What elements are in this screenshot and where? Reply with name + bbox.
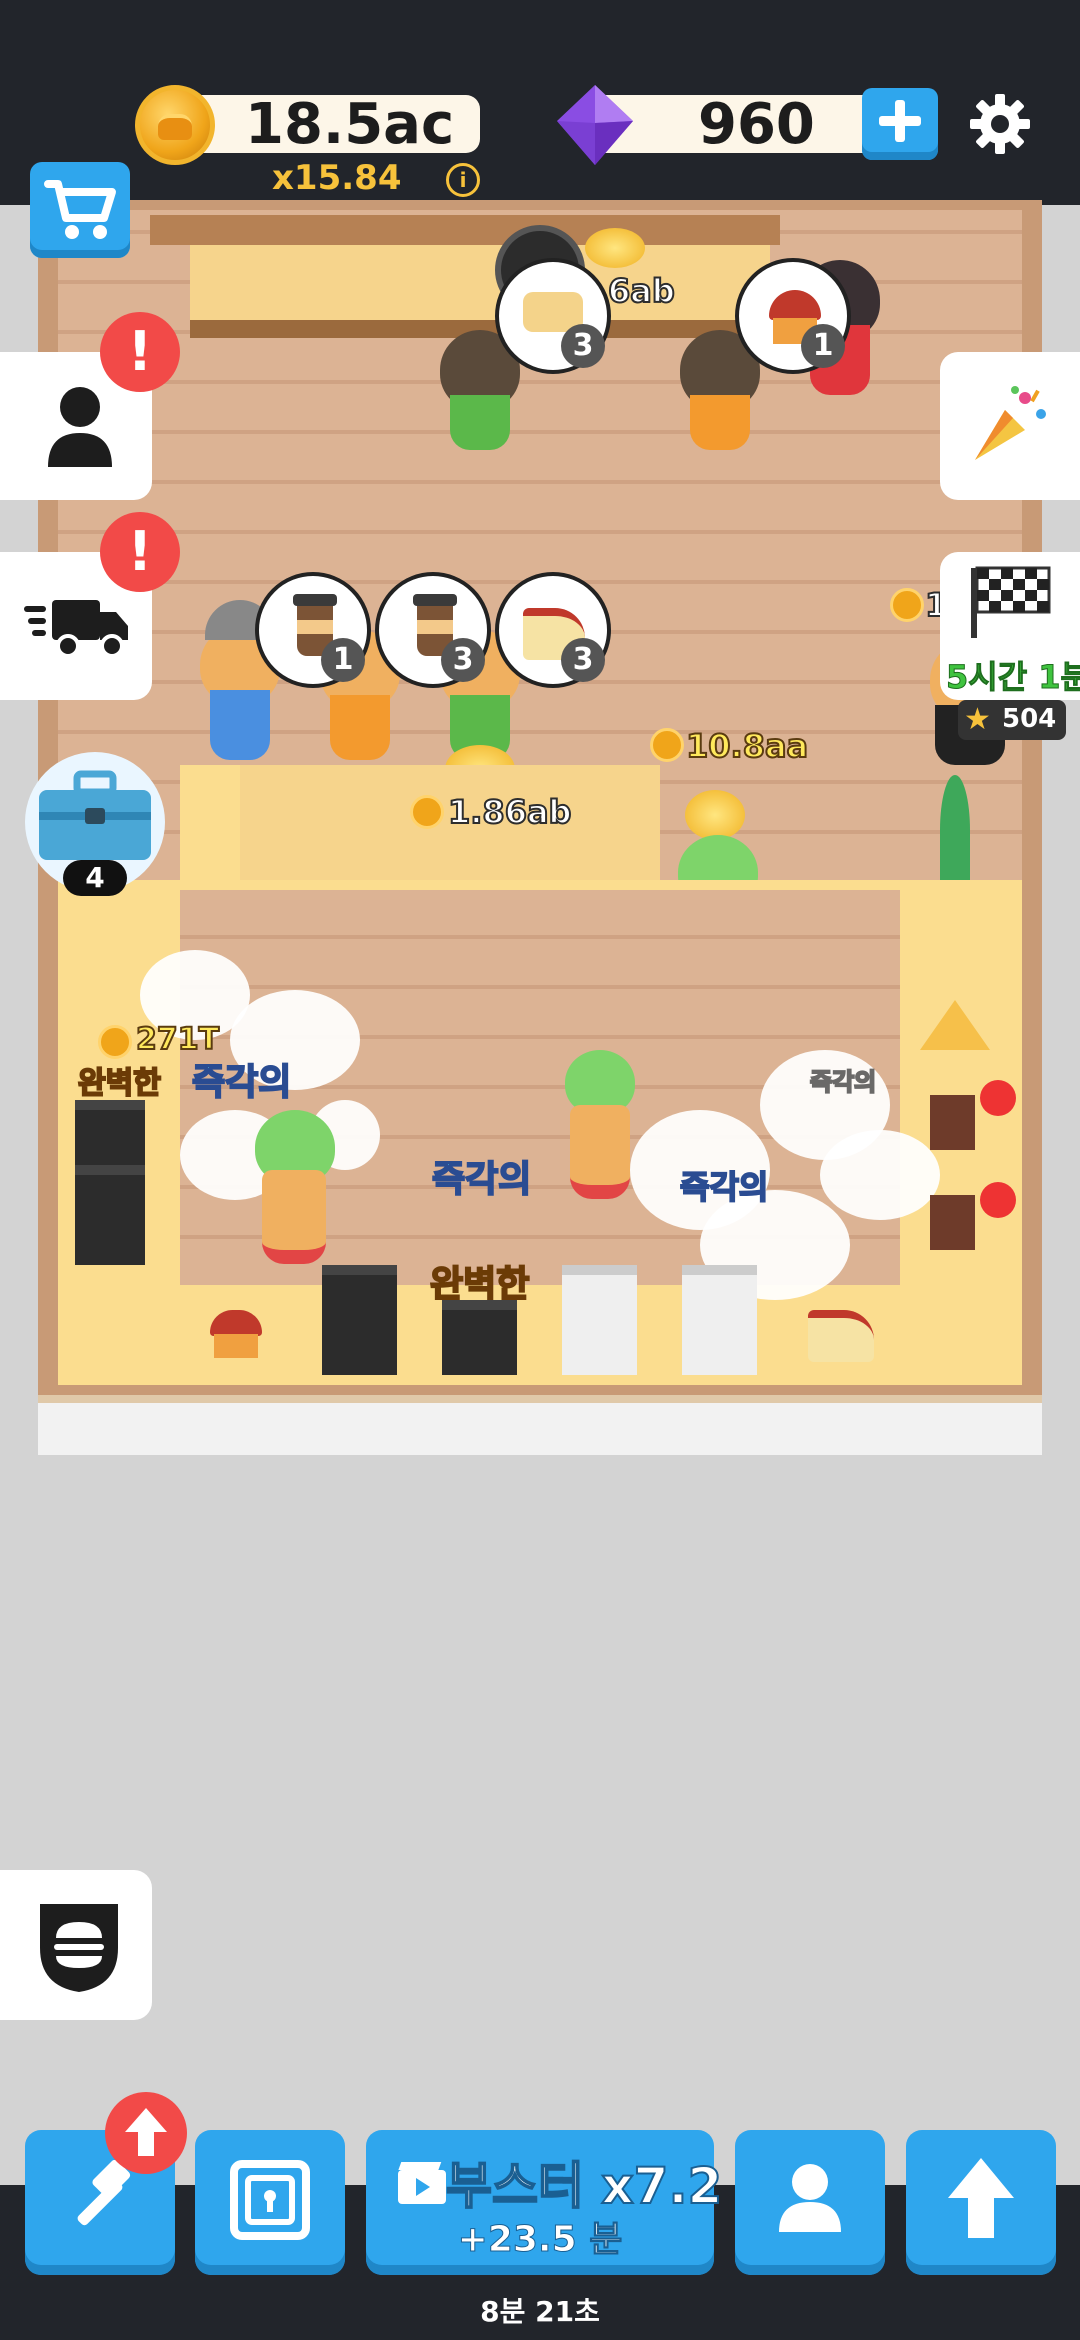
appliance	[930, 1195, 975, 1250]
booster-label: 부스터 x7.2	[445, 2156, 723, 2216]
arrow-up-icon	[948, 2158, 1014, 2238]
alert-badge: !	[100, 312, 180, 392]
order-bubble: 1	[735, 258, 851, 374]
coin-icon	[890, 588, 924, 622]
instant-label: 즉각의	[809, 1067, 877, 1097]
gem-icon	[553, 83, 637, 167]
booster-time: +23.5 분	[457, 2219, 623, 2261]
customer-body	[690, 395, 750, 450]
order-count: 3	[561, 324, 605, 368]
order-count: 3	[441, 638, 485, 682]
worker-body	[570, 1105, 630, 1199]
event-timer: 5시간 1분	[946, 658, 1080, 697]
video-ad-icon	[398, 2162, 446, 2204]
menu-button[interactable]	[0, 1870, 152, 2020]
star-icon: ★	[964, 702, 991, 737]
instant-label: 즉각의	[679, 1167, 769, 1207]
event-stars-value: 504	[1002, 704, 1057, 734]
order-count: 1	[321, 638, 365, 682]
perfect-label: 완벽한	[77, 1065, 162, 1102]
safe-icon	[230, 2160, 310, 2240]
muffin-icon	[769, 290, 821, 320]
coin-icon	[98, 1025, 132, 1059]
booster-button[interactable]: 부스터 x7.2 +23.5 분	[366, 2130, 723, 2275]
tip-label: 1.86ab	[447, 792, 572, 832]
countdown-timer: 8분 21초	[480, 2295, 600, 2328]
party-button[interactable]	[940, 352, 1080, 500]
order-bubble: 3	[375, 572, 491, 688]
gear-icon	[970, 94, 1030, 154]
coin-icon	[410, 795, 444, 829]
settings-button[interactable]	[968, 92, 1032, 156]
oven-station	[322, 1265, 397, 1375]
gem-value: 960	[698, 92, 815, 157]
person-icon	[779, 2164, 841, 2232]
top-counter	[190, 245, 770, 338]
top-shelf	[150, 215, 780, 245]
arrow-up-icon	[125, 2108, 167, 2156]
event-button[interactable]: 5시간 1분	[940, 552, 1080, 700]
tip-label: 10.8aa	[685, 726, 809, 766]
oven-station	[442, 1300, 517, 1375]
coin-pile	[685, 790, 745, 840]
worker-body	[262, 1170, 326, 1264]
instant-label: 즉각의	[431, 1158, 532, 1201]
coin-pile	[585, 228, 645, 268]
appliance	[75, 1100, 145, 1165]
customer-body	[210, 690, 270, 760]
vault-button[interactable]	[195, 2130, 345, 2275]
burger-shield-icon	[40, 1904, 118, 1992]
order-bubble: 3	[495, 572, 611, 688]
coin-icon	[135, 85, 215, 165]
truck-icon	[24, 600, 128, 658]
checkered-flag-icon	[971, 566, 1051, 638]
profile-button[interactable]	[735, 2130, 885, 2275]
cart-icon	[44, 180, 116, 239]
multiplier-text: x15.84	[272, 158, 402, 198]
toolbox-icon	[39, 770, 151, 860]
plus-icon	[879, 100, 921, 142]
person-icon	[48, 387, 112, 467]
tip-label: 271T	[135, 1021, 220, 1058]
party-popper-icon	[975, 386, 1046, 460]
appliance	[75, 1165, 145, 1265]
order-bubble: 3	[495, 258, 611, 374]
order-bubble: 1	[255, 572, 371, 688]
toolbox-count: 4	[63, 860, 127, 896]
add-gems-button[interactable]	[862, 88, 938, 160]
coin-value: 18.5ac	[245, 92, 455, 157]
upgrade-available-badge	[105, 2092, 187, 2174]
hammer-icon	[77, 2160, 131, 2226]
shop-button[interactable]	[30, 162, 130, 258]
fridge-station	[562, 1265, 637, 1375]
fridge-station	[682, 1265, 757, 1375]
order-count: 3	[561, 638, 605, 682]
cake-icon	[808, 1310, 874, 1362]
tip-label: 6ab	[607, 271, 676, 311]
instant-label: 즉각의	[191, 1061, 292, 1104]
alert-badge: !	[100, 512, 180, 592]
toolbox-button[interactable]: 4	[25, 752, 165, 896]
info-icon[interactable]: i	[446, 163, 480, 197]
upgrade-button[interactable]	[906, 2130, 1056, 2275]
order-count: 1	[801, 324, 845, 368]
room-edge	[38, 1395, 1042, 1455]
customer-body	[330, 695, 390, 760]
event-stars: ★ 504	[958, 700, 1066, 740]
appliance	[930, 1095, 975, 1150]
customer-body	[450, 395, 510, 450]
coin-icon	[650, 728, 684, 762]
plant	[940, 775, 970, 885]
